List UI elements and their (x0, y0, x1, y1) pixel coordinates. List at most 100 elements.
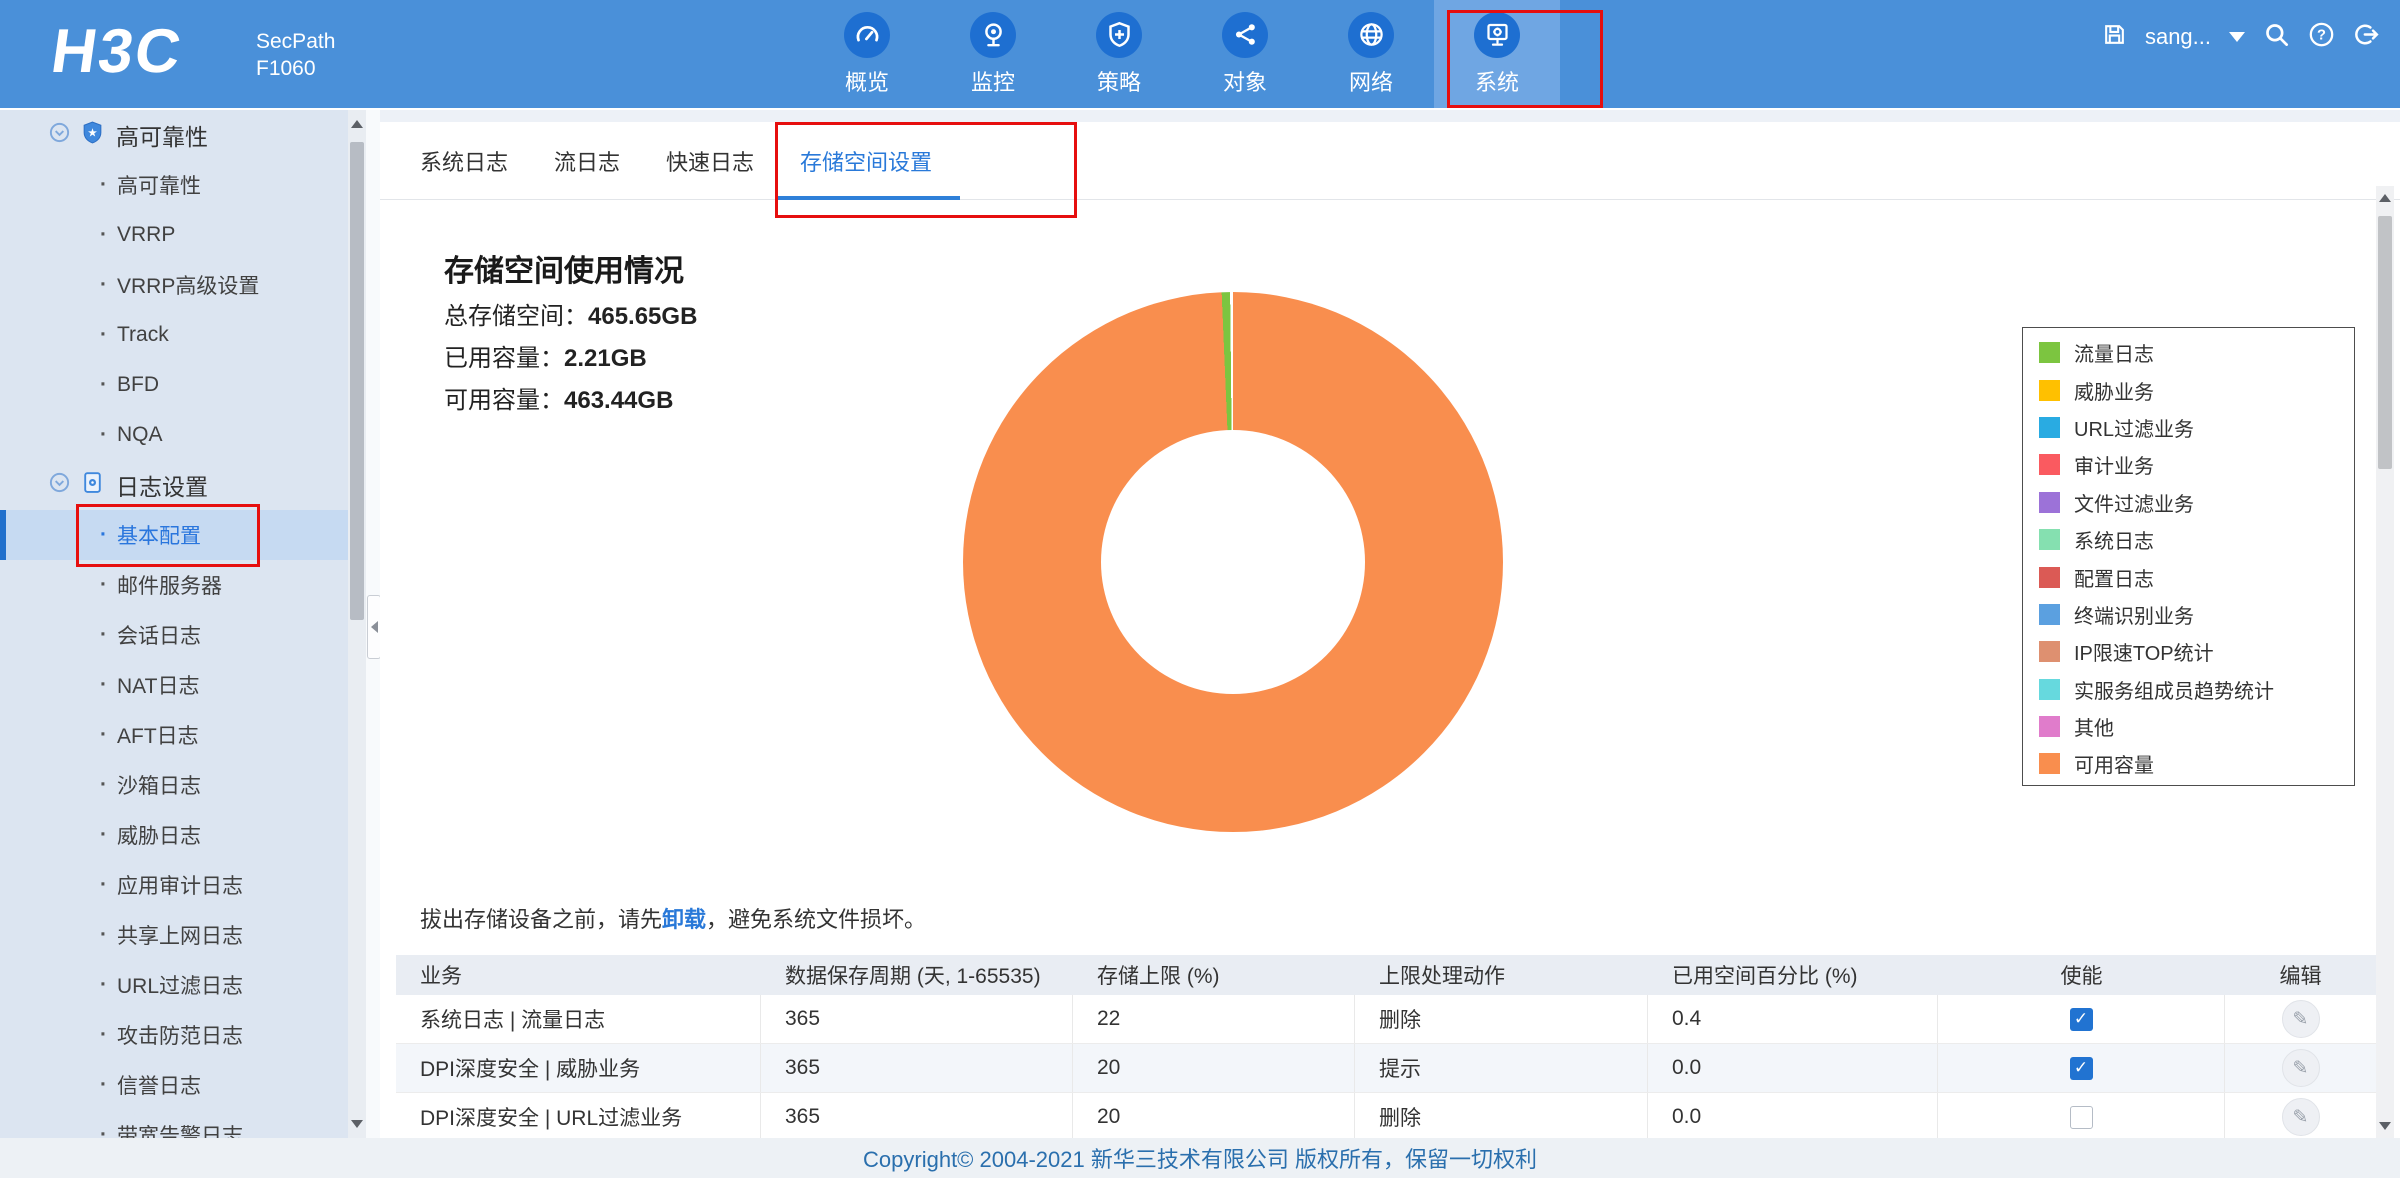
unmount-link[interactable]: 卸载 (662, 907, 706, 932)
sidebar-group-high-availability[interactable]: ★ 高可靠性 (0, 110, 348, 160)
enable-checkbox[interactable] (2070, 1008, 2093, 1031)
tab-system-log[interactable]: 系统日志 (420, 122, 508, 200)
legend-item[interactable]: 文件过滤业务 (2039, 484, 2354, 521)
legend-swatch (2039, 679, 2060, 700)
legend-item[interactable]: 系统日志 (2039, 521, 2354, 558)
sidebar-scrollbar[interactable] (348, 110, 366, 1138)
collapse-left-icon (371, 621, 378, 633)
sidebar-item-attack-defense-log[interactable]: 攻击防范日志 (0, 1010, 348, 1060)
save-icon[interactable] (2102, 22, 2127, 52)
cell-period: 365 (761, 1044, 1073, 1092)
nav-item-policy[interactable]: 策略 (1056, 0, 1182, 108)
free-capacity-value: 463.44GB (564, 387, 673, 414)
legend-item[interactable]: 威胁业务 (2039, 371, 2354, 408)
sidebar-item-label: AFT日志 (117, 720, 199, 750)
legend-item[interactable]: IP限速TOP统计 (2039, 633, 2354, 670)
enable-checkbox[interactable] (2070, 1106, 2093, 1129)
cell-used-pct: 0.0 (1648, 1093, 1938, 1141)
copyright-text: Copyright© 2004-2021 新华三技术有限公司 版权所有，保留一切… (863, 1142, 1537, 1174)
scroll-down-arrow[interactable] (2379, 1122, 2391, 1130)
legend-swatch (2039, 753, 2060, 774)
sidebar-item-aft-log[interactable]: AFT日志 (0, 710, 348, 760)
legend-item[interactable]: 其他 (2039, 708, 2354, 745)
nav-label: 监控 (971, 65, 1015, 97)
sidebar-item-vrrp-advanced[interactable]: VRRP高级设置 (0, 260, 348, 310)
legend-label: URL过滤业务 (2074, 413, 2194, 442)
table-row: DPI深度安全 | 威胁业务 365 20 提示 0.0 ✎ (396, 1044, 2376, 1093)
search-icon[interactable] (2263, 21, 2290, 53)
legend-label: IP限速TOP统计 (2074, 637, 2214, 666)
nav-item-monitor[interactable]: 监控 (930, 0, 1056, 108)
edit-button[interactable]: ✎ (2282, 1049, 2320, 1087)
legend-swatch (2039, 529, 2060, 550)
sidebar-item-bandwidth-alarm-log[interactable]: 带宽告警日志 (0, 1110, 348, 1138)
sidebar-item-high-availability[interactable]: 高可靠性 (0, 160, 348, 210)
sidebar-item-threat-log[interactable]: 威胁日志 (0, 810, 348, 860)
used-capacity-value: 2.21GB (564, 345, 647, 372)
sidebar-item-shared-internet-log[interactable]: 共享上网日志 (0, 910, 348, 960)
tab-bar: 系统日志 流日志 快速日志 存储空间设置 (380, 122, 2400, 200)
legend-item[interactable]: 流量日志 (2039, 334, 2354, 371)
pencil-icon: ✎ (2293, 1106, 2309, 1129)
main-scrollbar[interactable] (2376, 186, 2394, 1138)
share-icon (1222, 12, 1268, 58)
h3c-logo: H3C (47, 16, 187, 87)
sidebar-item-reputation-log[interactable]: 信誉日志 (0, 1060, 348, 1110)
sidebar-item-session-log[interactable]: 会话日志 (0, 610, 348, 660)
sidebar-group-log-settings[interactable]: 日志设置 (0, 460, 348, 510)
sidebar-item-nqa[interactable]: NQA (0, 410, 348, 460)
sidebar-item-nat-log[interactable]: NAT日志 (0, 660, 348, 710)
tab-storage-settings[interactable]: 存储空间设置 (800, 122, 932, 200)
sidebar-item-label: Track (117, 323, 169, 347)
nav-item-network[interactable]: 网络 (1308, 0, 1434, 108)
cell-action: 删除 (1355, 995, 1648, 1043)
sidebar-item-url-filter-log[interactable]: URL过滤日志 (0, 960, 348, 1010)
collapse-circle-icon[interactable] (48, 471, 71, 500)
nav-item-objects[interactable]: 对象 (1182, 0, 1308, 108)
sidebar-item-mail-server[interactable]: 邮件服务器 (0, 560, 348, 610)
sidebar-scrollbar-thumb[interactable] (350, 142, 364, 620)
enable-checkbox[interactable] (2070, 1057, 2093, 1080)
sidebar-item-app-audit-log[interactable]: 应用审计日志 (0, 860, 348, 910)
sidebar-item-label: 沙箱日志 (117, 770, 201, 800)
legend-label: 审计业务 (2074, 450, 2154, 479)
nav-item-system[interactable]: 系统 (1434, 0, 1560, 108)
legend-item[interactable]: 实服务组成员趋势统计 (2039, 671, 2354, 708)
edit-button[interactable]: ✎ (2282, 1098, 2320, 1136)
sidebar-item-vrrp[interactable]: VRRP (0, 210, 348, 260)
help-icon[interactable]: ? (2308, 21, 2335, 53)
chevron-down-icon[interactable] (2229, 32, 2245, 42)
legend-item[interactable]: 审计业务 (2039, 446, 2354, 483)
scroll-up-arrow[interactable] (351, 120, 363, 128)
legend-label: 系统日志 (2074, 525, 2154, 554)
free-capacity-label: 可用容量： (444, 387, 564, 414)
legend-item[interactable]: 终端识别业务 (2039, 596, 2354, 633)
cell-used-pct: 0.0 (1648, 1044, 1938, 1092)
legend-item[interactable]: 可用容量 (2039, 745, 2354, 782)
edit-button[interactable]: ✎ (2282, 1000, 2320, 1038)
sidebar-collapse-handle[interactable] (367, 595, 381, 659)
logout-icon[interactable] (2353, 21, 2380, 53)
scroll-down-arrow[interactable] (351, 1120, 363, 1128)
legend-item[interactable]: 配置日志 (2039, 558, 2354, 595)
tab-flow-log[interactable]: 流日志 (554, 122, 620, 200)
sidebar-item-track[interactable]: Track (0, 310, 348, 360)
sidebar-item-basic-config[interactable]: 基本配置 (0, 510, 348, 560)
sidebar-item-sandbox-log[interactable]: 沙箱日志 (0, 760, 348, 810)
nav-item-overview[interactable]: 概览 (804, 0, 930, 108)
tab-fast-log[interactable]: 快速日志 (666, 122, 754, 200)
col-header-limit: 存储上限 (%) (1073, 960, 1355, 990)
current-user[interactable]: sang... (2145, 24, 2211, 50)
legend-item[interactable]: URL过滤业务 (2039, 409, 2354, 446)
collapse-circle-icon[interactable] (48, 121, 71, 150)
sidebar-group-label: 高可靠性 (116, 118, 208, 152)
cell-service: DPI深度安全 | URL过滤业务 (396, 1093, 761, 1141)
cell-action: 删除 (1355, 1093, 1648, 1141)
system-monitor-icon (1474, 12, 1520, 58)
main-scrollbar-thumb[interactable] (2378, 216, 2392, 469)
sidebar-item-bfd[interactable]: BFD (0, 360, 348, 410)
free-capacity-line: 可用容量：463.44GB (444, 380, 673, 415)
scroll-up-arrow[interactable] (2379, 194, 2391, 202)
cell-service: DPI深度安全 | 威胁业务 (396, 1044, 761, 1092)
donut-hole (1101, 430, 1365, 694)
